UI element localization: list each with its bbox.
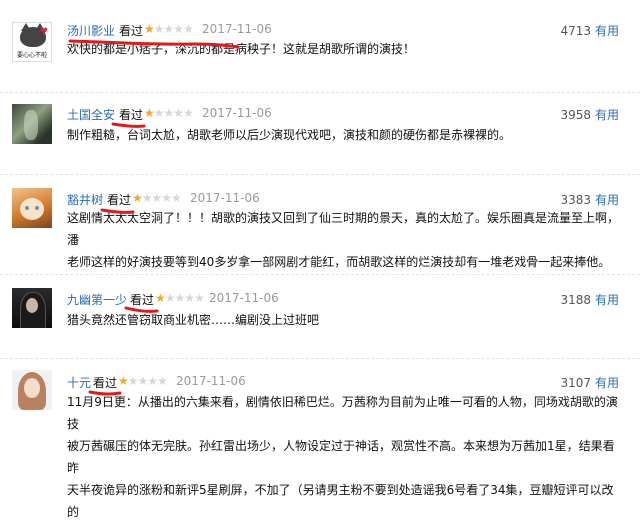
star-icon: ★ [151,191,163,205]
review-line: 被万茜碾压的体无完肤。孙红雷出场少，人物设定过于神话，观赏性不高。本来想为万茜加… [67,439,615,475]
star-icon: ★ [144,22,155,36]
vote-count: 4713 [560,24,591,38]
username-link[interactable]: 土国全安 [67,106,115,123]
review-date: 2017-11-06 [209,291,279,305]
review-content: 制作粗糙，台词太尬，胡歌老师以后少演现代戏吧，演技和颜的硬伤都是赤裸裸的。 [67,124,620,146]
face-shape [26,298,38,313]
review-item: 十元 看过 ★★★★★ 2017-11-06 3107 有用 11月9日更：从播出… [0,358,640,519]
review-content: 11月9日更：从播出的六集来看，剧情依旧稀巴烂。万茜称为目前为止唯一可看的人物，… [67,391,620,523]
star-icon: ★ [153,22,165,36]
vote-area: 3383 有用 [560,191,619,208]
cat-face-shape [20,198,44,220]
useful-button[interactable]: 有用 [595,293,619,307]
avatar-text: 要心心不啦 [16,52,47,59]
star-icon: ★ [127,374,139,388]
review-content: 猎头竟然还管窃取商业机密……编剧没上过班吧 [67,309,620,331]
heart-icon: ♥ [39,27,48,37]
watched-label: 看过 [93,376,118,390]
star-icon: ★ [173,22,184,36]
star-icon: ★ [163,106,175,120]
star-icon: ★ [155,291,166,305]
avatar[interactable] [12,104,52,144]
review-line: 老师这样的好演技要等到40多岁拿一部网剧才能红，而胡歌这样的烂演技却有一堆老戏骨… [67,255,611,269]
star-icon: ★ [118,374,129,388]
vote-count: 3107 [560,376,591,390]
star-icon: ★ [137,374,149,388]
avatar[interactable] [12,288,52,328]
star-icon: ★ [163,22,175,36]
star-icon: ★ [161,191,172,205]
star-icon: ★ [141,191,153,205]
review-date: 2017-11-06 [176,374,246,388]
rating-stars: ★★★★★ [144,22,194,36]
star-icon: ★ [132,191,143,205]
rating-stars: ★★★★★ [132,191,182,205]
rating-stars: ★★★★★ [144,106,194,120]
rating-stars: ★★★★★ [118,374,168,388]
avatar[interactable]: ♥ 要心心不啦 [12,22,52,62]
review-content: 欢快的都是小痞子，深沉的都是病秧子！这就是胡歌所谓的演技！ [67,38,620,60]
review-line: 11月9日更：从播出的六集来看，剧情依旧稀巴烂。万茜称为目前为止唯一可看的人物，… [67,395,618,431]
vote-area: 3188 有用 [560,291,619,308]
face-shape [24,378,40,398]
star-icon: ★ [164,291,176,305]
review-line: 这剧情太太太空洞了！！！胡歌的演技又回到了仙三时期的景天，真的太尬了。娱乐圈真是… [67,211,620,247]
watched-label: 看过 [130,293,155,307]
star-icon: ★ [157,374,168,388]
rating-stars: ★★★★★ [155,291,205,305]
review-line: 猎头竟然还管窃取商业机密……编剧没上过班吧 [67,313,320,327]
star-icon: ★ [194,291,205,305]
username-link[interactable]: 豁井树 [67,191,103,208]
star-icon: ★ [153,106,165,120]
star-icon: ★ [174,291,186,305]
review-item: 土国全安 看过 ★★★★★ 2017-11-06 3958 有用 制作粗糙，台词太… [0,92,640,175]
vote-area: 3107 有用 [560,374,619,391]
watched-label: 看过 [107,193,132,207]
vote-count: 3958 [560,108,591,122]
figure-shape [24,110,38,140]
star-icon: ★ [147,374,158,388]
star-icon: ★ [184,291,195,305]
useful-button[interactable]: 有用 [595,376,619,390]
review-item: 九幽第一少 看过 ★★★★★ 2017-11-06 3188 有用 猎头竟然还管窃… [0,274,640,359]
review-date: 2017-11-06 [190,191,260,205]
star-icon: ★ [173,106,184,120]
review-item: ♥ 要心心不啦 汤川影业 看过 ★★★★★ 2017-11-06 4713 有用 … [0,0,640,93]
star-icon: ★ [183,106,194,120]
star-icon: ★ [144,106,155,120]
username-link[interactable]: 汤川影业 [67,22,115,39]
vote-area: 3958 有用 [560,106,619,123]
star-icon: ★ [183,22,194,36]
review-item: 豁井树 看过 ★★★★★ 2017-11-06 3383 有用 这剧情太太太空洞了… [0,174,640,275]
useful-button[interactable]: 有用 [595,108,619,122]
avatar[interactable] [12,370,52,410]
review-date: 2017-11-06 [202,22,272,36]
review-line: 天半夜诡异的涨粉和新评5星刷屏，不加了（另请男主粉不要到处造谣我6号看了34集，… [67,483,614,519]
username-link[interactable]: 十元 [67,374,91,391]
review-content: 这剧情太太太空洞了！！！胡歌的演技又回到了仙三时期的景天，真的太尬了。娱乐圈真是… [67,207,620,273]
review-line: 欢快的都是小痞子，深沉的都是病秧子！这就是胡歌所谓的演技！ [67,42,416,56]
watched-label: 看过 [119,24,144,38]
useful-button[interactable]: 有用 [595,24,619,38]
star-icon: ★ [171,191,182,205]
useful-button[interactable]: 有用 [595,193,619,207]
vote-area: 4713 有用 [560,22,619,39]
review-line: 制作粗糙，台词太尬，胡歌老师以后少演现代戏吧，演技和颜的硬伤都是赤裸裸的。 [67,128,512,142]
watched-label: 看过 [119,108,144,122]
vote-count: 3383 [560,193,591,207]
username-link[interactable]: 九幽第一少 [67,291,127,308]
vote-count: 3188 [560,293,591,307]
review-date: 2017-11-06 [202,106,272,120]
avatar[interactable] [12,188,52,228]
